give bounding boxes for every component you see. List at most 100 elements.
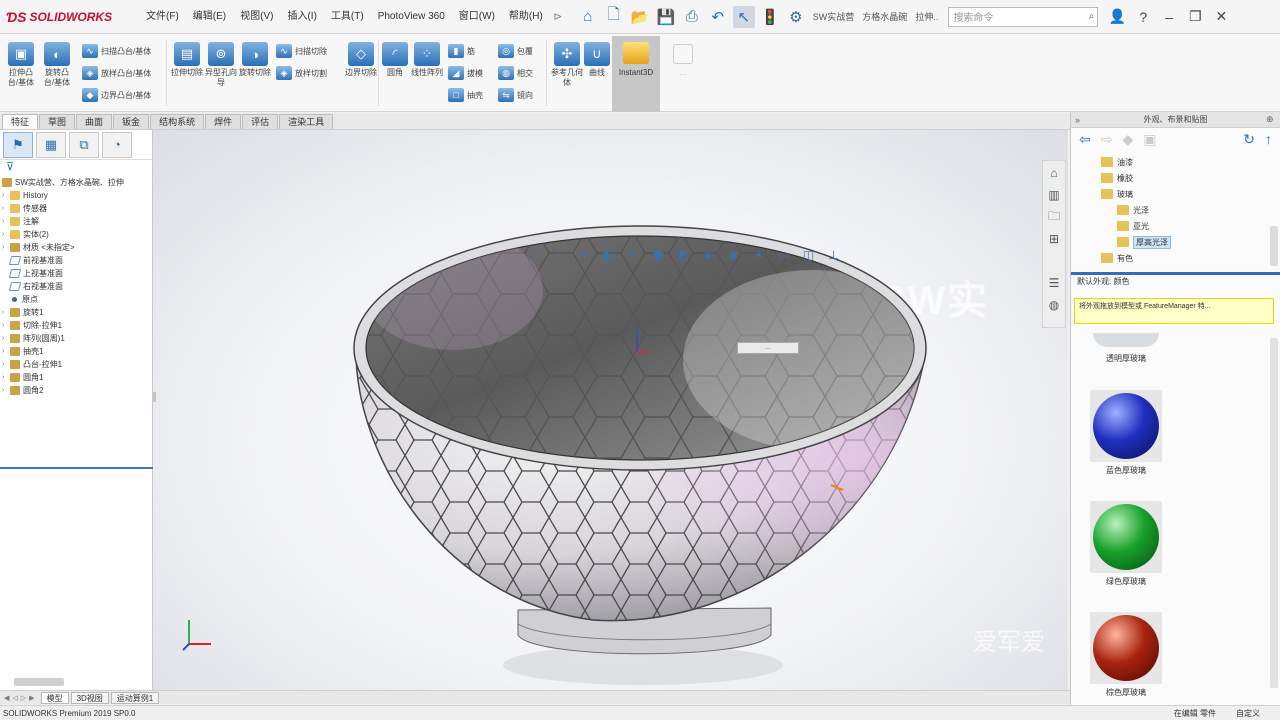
menu-edit[interactable]: 编辑(E) <box>187 7 232 27</box>
boundary-cut-button[interactable]: ◇ 边界切除 <box>344 42 378 78</box>
lofted-cut-button[interactable]: ◈ 放样切割 <box>276 66 327 80</box>
tree-item[interactable]: › History <box>2 189 152 202</box>
close-icon[interactable]: ✕ <box>1210 8 1232 25</box>
feature-tree-tab-icon[interactable]: ⚑ <box>3 131 33 158</box>
help-icon[interactable]: ? <box>1132 9 1154 25</box>
collapse-pane-icon[interactable]: » <box>1075 115 1085 125</box>
search-icon[interactable]: ⌕ <box>1089 11 1098 22</box>
tab-structure-system[interactable]: 结构系统 <box>150 114 205 129</box>
swatch-green-thick-glass[interactable]: 绿色厚玻璃 <box>1087 501 1165 587</box>
tree-item[interactable]: › 切除-拉伸1 <box>2 319 152 332</box>
user-icon[interactable]: 👤 <box>1106 8 1128 25</box>
expand-arrow-icon[interactable]: › <box>2 202 10 215</box>
view-palette-icon[interactable]: ⊞ <box>1044 229 1064 249</box>
triad-view-icon[interactable]: ⊥ <box>825 246 842 263</box>
tab-surfaces[interactable]: 曲面 <box>76 114 113 129</box>
appearance-folder[interactable]: 有色 <box>1101 250 1280 266</box>
tree-item[interactable]: › 传感器 <box>2 202 152 215</box>
solidworks-forum-icon[interactable]: ◍ <box>1044 295 1064 315</box>
appearance-folder[interactable]: 油漆 <box>1101 154 1280 170</box>
tree-item[interactable]: 前视基准面 <box>2 254 152 267</box>
tab-sheet-metal[interactable]: 钣金 <box>113 114 150 129</box>
swatch-brown-thick-glass[interactable]: 棕色厚玻璃 <box>1087 612 1165 698</box>
mirror-button[interactable]: ⇋ 镜向 <box>498 88 533 102</box>
fillet-button[interactable]: ◜ 圆角 <box>378 42 412 78</box>
minimize-icon[interactable]: – <box>1158 9 1180 25</box>
breadcrumb-2[interactable]: 方格水晶碗 <box>862 10 907 23</box>
breadcrumb-1[interactable]: SW实战营 <box>813 10 855 23</box>
appearances-scenes-icon[interactable] <box>1044 251 1064 271</box>
menu-insert[interactable]: 插入(I) <box>281 7 322 27</box>
configuration-manager-tab-icon[interactable]: ⧉ <box>69 131 99 158</box>
undo-icon[interactable]: ↶ <box>707 6 729 28</box>
appearance-folder[interactable]: 橡胶 <box>1101 170 1280 186</box>
tab-model[interactable]: 模型 <box>40 691 69 704</box>
restore-icon[interactable]: ❐ <box>1184 8 1206 25</box>
expand-arrow-icon[interactable]: › <box>2 345 10 358</box>
swatch-scrollbar[interactable] <box>1270 338 1278 688</box>
tree-item[interactable]: › 旋转1 <box>2 306 152 319</box>
tab-evaluate[interactable]: 评估 <box>242 114 279 129</box>
expand-arrow-icon[interactable]: › <box>2 384 10 397</box>
tree-item[interactable]: 原点 <box>2 293 152 306</box>
solidworks-logo[interactable]: ƊS SOLIDWORKS <box>0 9 140 25</box>
extruded-cut-button[interactable]: ▤ 拉伸切除 <box>170 42 204 78</box>
expand-arrow-icon[interactable]: › <box>2 241 10 254</box>
expand-arrow-icon[interactable]: › <box>2 215 10 228</box>
open-icon[interactable]: 📂 <box>629 6 651 28</box>
lofted-boss-button[interactable]: ◈ 放样凸台/基体 <box>82 66 151 80</box>
draft-button[interactable]: ◢ 拔模 <box>448 66 483 80</box>
tab-motion-study-1[interactable]: 运动算例1 <box>110 691 160 704</box>
tree-item[interactable]: 上视基准面 <box>2 267 152 280</box>
menu-tools[interactable]: 工具(T) <box>325 7 370 27</box>
custom-properties-icon[interactable]: ☰ <box>1044 273 1064 293</box>
search-commands-input[interactable]: 搜索命令 ⌕ <box>948 6 1099 27</box>
rebuild-icon[interactable]: 🚦 <box>759 6 781 28</box>
tree-item[interactable]: › 材质 <未指定> <box>2 241 152 254</box>
display-style-icon[interactable]: ◩ <box>675 246 692 263</box>
wrap-button[interactable]: ◎ 包覆 <box>498 44 533 58</box>
swatch-blue-thick-glass[interactable]: 蓝色厚玻璃 <box>1087 390 1165 476</box>
tree-item[interactable]: › 抽壳1 <box>2 345 152 358</box>
tree-item[interactable]: › 凸台-拉伸1 <box>2 358 152 371</box>
3d-view-icon[interactable]: ◫ <box>800 246 817 263</box>
zoom-to-area-icon[interactable]: ⌕ <box>550 246 567 263</box>
up-folder-icon[interactable]: ↑ <box>1265 131 1272 147</box>
home-icon[interactable]: ⌂ <box>577 6 599 28</box>
back-icon[interactable]: ⇦ <box>1079 131 1091 148</box>
curves-button[interactable]: ∪ 曲线 <box>580 42 614 78</box>
rib-button[interactable]: ▮ 筋 <box>448 44 475 58</box>
tree-item[interactable]: › 圆角2 <box>2 384 152 397</box>
tab-features[interactable]: 特征 <box>2 114 39 129</box>
zoom-to-fit-icon[interactable]: ⌕ <box>525 246 542 263</box>
tab-weldments[interactable]: 焊件 <box>205 114 242 129</box>
new-document-icon[interactable]: 🗋 <box>603 6 625 28</box>
menu-window[interactable]: 窗口(W) <box>453 7 501 27</box>
file-explorer-icon[interactable]: 🗀 <box>1044 207 1064 227</box>
hole-wizard-button[interactable]: ⊚ 异型孔向导 <box>204 42 238 88</box>
pin-pane-icon[interactable]: ⊕ <box>1266 114 1276 125</box>
edit-appearance-icon[interactable]: ◉ <box>725 246 742 263</box>
expand-arrow-icon[interactable]: › <box>2 319 10 332</box>
refresh-icon[interactable]: ↻ <box>1243 131 1255 148</box>
expand-arrow-icon[interactable]: › <box>2 358 10 371</box>
tab-scroll-arrows[interactable]: ◀ ◁ ▷ ▶ <box>4 694 35 702</box>
tree-item[interactable]: › 阵列(圆周)1 <box>2 332 152 345</box>
appearance-folder[interactable]: 玻璃 <box>1101 186 1280 202</box>
linear-pattern-button[interactable]: ⁘ 线性阵列 <box>410 42 444 78</box>
swept-cut-button[interactable]: ∿ 扫描切除 <box>276 44 327 58</box>
design-library-icon[interactable]: ▥ <box>1044 185 1064 205</box>
tab-sketch[interactable]: 草图 <box>39 114 76 129</box>
tree-item[interactable]: › 圆角1 <box>2 371 152 384</box>
print-icon[interactable]: ⎙ <box>681 6 703 28</box>
tree-item[interactable]: 右视基准面 <box>2 280 152 293</box>
menu-help[interactable]: 帮助(H) <box>503 7 549 27</box>
previous-view-icon[interactable]: ↩ <box>575 246 592 263</box>
menu-photoview[interactable]: PhotoView 360 <box>372 7 451 27</box>
dynamic-annotation-icon[interactable]: ✎ <box>625 246 642 263</box>
menu-view[interactable]: 视图(V) <box>234 7 279 27</box>
swept-boss-button[interactable]: ∿ 扫描凸台/基体 <box>82 44 151 58</box>
extrude-boss-button[interactable]: ▣ 拉伸凸台/基体 <box>4 42 38 88</box>
tree-item[interactable]: › 实体(2) <box>2 228 152 241</box>
menu-file[interactable]: 文件(F) <box>140 7 185 27</box>
